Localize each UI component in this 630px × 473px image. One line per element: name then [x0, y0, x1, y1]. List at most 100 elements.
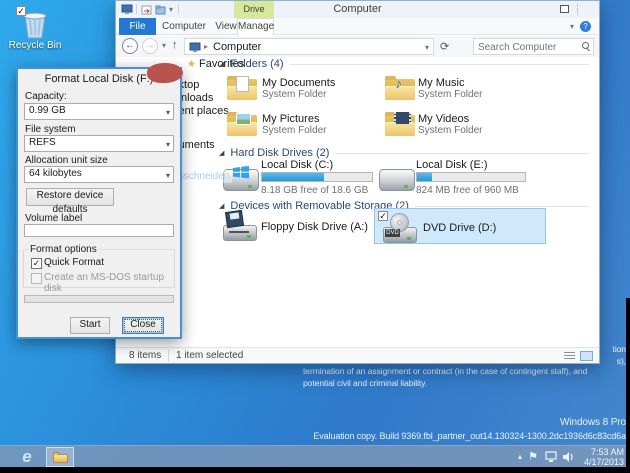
thumbnail-view-icon[interactable] — [580, 351, 593, 361]
item-checkbox[interactable]: ✓ — [16, 6, 26, 16]
section-collapse-icon[interactable]: ◢ — [219, 149, 224, 157]
section-header-folders[interactable]: ◢ Folders (4) — [219, 58, 589, 70]
section-collapse-icon[interactable]: ◢ — [219, 202, 224, 210]
chevron-down-icon: ▾ — [166, 169, 170, 182]
item-subtext: 8.18 GB free of 18.6 GB — [261, 185, 368, 196]
clock[interactable]: 7:53 AM 4/17/2013 — [574, 447, 624, 467]
dvd-drive-icon: DVD — [383, 213, 417, 243]
filesystem-label: File system — [25, 124, 76, 135]
status-selected-count: 1 item selected — [176, 350, 243, 361]
list-item-dvd-drive[interactable]: ✓ DVD DVD Drive (D:) — [374, 208, 546, 244]
item-name: My Videos — [418, 113, 469, 125]
tab-manage[interactable]: Manage — [237, 18, 274, 35]
close-button-partial[interactable] — [577, 4, 579, 15]
status-bar: 8 items 1 item selected — [116, 347, 599, 363]
list-item-my-videos[interactable]: My Videos System Folder — [385, 110, 535, 142]
ie-icon: e — [22, 447, 31, 466]
content-area: ★ Favorites Desktop Downloads Recent pla… — [116, 57, 599, 347]
filesystem-combobox[interactable]: REFS ▾ — [24, 135, 174, 152]
breadcrumb[interactable]: Computer — [213, 41, 261, 53]
section-rule — [335, 153, 589, 154]
section-title: Folders (4) — [230, 58, 283, 70]
computer-icon — [189, 42, 201, 53]
tab-file[interactable]: File — [119, 18, 156, 35]
folder-tab — [53, 452, 59, 455]
title-bar[interactable]: ▾ Drive Tools Computer — [116, 1, 599, 18]
search-box[interactable] — [473, 38, 594, 55]
taskbar: e ▴ ⚑ 7:53 AM 4/17/2013 — [0, 445, 630, 467]
recycle-bin-icon[interactable]: ✓ Recycle Bin — [8, 6, 60, 52]
clock-time: 7:53 AM — [574, 447, 624, 457]
list-item-my-pictures[interactable]: My Pictures System Folder — [227, 110, 377, 142]
capacity-combobox[interactable]: 0.99 GB ▾ — [24, 103, 174, 120]
capacity-value: 0.99 GB — [29, 105, 66, 116]
taskbar-explorer-button[interactable] — [46, 447, 74, 467]
item-subtext: System Folder — [418, 125, 482, 136]
item-name: Local Disk (E:) — [416, 159, 488, 171]
maximize-button[interactable] — [560, 5, 569, 13]
up-button[interactable]: ↑ — [172, 39, 178, 51]
refresh-icon[interactable]: ⟳ — [440, 40, 449, 53]
item-subtext: 824 MB free of 960 MB — [416, 185, 519, 196]
list-item-floppy-drive[interactable]: Floppy Disk Drive (A:) — [223, 211, 383, 245]
start-button[interactable]: Start — [70, 317, 110, 334]
check-icon: ✓ — [17, 6, 25, 16]
search-input[interactable] — [476, 40, 575, 54]
forward-button[interactable]: → — [142, 38, 158, 54]
section-collapse-icon[interactable]: ◢ — [219, 60, 224, 68]
item-name: My Documents — [262, 77, 335, 89]
taskbar-ie-button[interactable]: e — [12, 446, 42, 468]
history-chevron[interactable]: ▾ — [162, 41, 166, 50]
speaker-icon[interactable] — [562, 451, 574, 463]
restore-defaults-button[interactable]: Restore device defaults — [26, 188, 114, 206]
watermark-edition: Windows 8 Pro — [560, 417, 626, 428]
filesystem-value: REFS — [29, 137, 56, 148]
videos-folder-icon — [385, 112, 415, 136]
item-name: DVD Drive (D:) — [423, 222, 496, 234]
section-header-drives[interactable]: ◢ Hard Disk Drives (2) — [219, 147, 589, 159]
ribbon-expand-chevron[interactable]: ▾ — [570, 22, 574, 31]
msdos-label: Create an MS-DOS startup disk — [44, 272, 174, 294]
capacity-bar — [416, 172, 526, 182]
allocation-combobox[interactable]: 64 kilobytes ▾ — [24, 166, 174, 183]
watermark-line: termination of an assignment or contract… — [303, 366, 587, 376]
quick-format-checkbox[interactable]: ✓ — [31, 258, 42, 269]
capacity-label: Capacity: — [25, 91, 67, 102]
list-item-local-disk-c[interactable]: Local Disk (C:) 8.18 GB free of 18.6 GB — [223, 159, 378, 199]
volume-label-input[interactable] — [24, 224, 174, 237]
network-icon[interactable] — [545, 451, 558, 463]
format-dialog: Format Local Disk (F:) Capacity: 0.99 GB… — [16, 67, 182, 339]
section-rule — [290, 64, 589, 65]
status-divider — [168, 349, 169, 362]
folder-icon — [53, 454, 68, 463]
bottom-letterbox — [0, 467, 630, 473]
details-view-icon[interactable] — [564, 352, 575, 360]
floppy-drive-icon — [223, 211, 257, 241]
recycle-bin-label: Recycle Bin — [2, 40, 68, 51]
back-button[interactable]: ← — [122, 38, 138, 54]
watermark-line: potential civil and criminal liability. — [303, 378, 427, 388]
chevron-down-icon: ▾ — [166, 106, 170, 119]
list-item-my-documents[interactable]: My Documents System Folder — [227, 74, 377, 106]
music-folder-icon: ♪ — [385, 76, 415, 100]
list-item-local-disk-e[interactable]: Local Disk (E:) 824 MB free of 960 MB — [379, 159, 534, 199]
right-letterbox — [626, 298, 630, 473]
clock-date: 4/17/2013 — [574, 457, 624, 467]
tab-computer[interactable]: Computer — [160, 18, 208, 35]
help-icon[interactable]: ? — [580, 21, 591, 32]
item-name: My Music — [418, 77, 464, 89]
tray-expand-chevron[interactable]: ▴ — [518, 452, 522, 461]
address-bar-row: ← → ▾ ↑ ▸ Computer ▾ ⟳ — [116, 36, 599, 57]
section-rule — [415, 206, 589, 207]
allocation-label: Allocation unit size — [25, 155, 108, 166]
watermark-build: Evaluation copy. Build 9369.fbl_partner_… — [313, 431, 626, 441]
favorites-star-icon: ★ — [187, 59, 196, 70]
item-subtext: System Folder — [262, 125, 326, 136]
address-dropdown-chevron[interactable]: ▾ — [425, 43, 429, 52]
list-item-my-music[interactable]: ♪ My Music System Folder — [385, 74, 535, 106]
volume-label: Volume label — [25, 213, 82, 224]
chevron-down-icon: ▾ — [166, 138, 170, 151]
address-box[interactable]: ▸ Computer ▾ — [184, 38, 434, 55]
close-button[interactable]: Close — [122, 317, 164, 334]
action-center-flag-icon[interactable]: ⚑ — [528, 450, 538, 463]
